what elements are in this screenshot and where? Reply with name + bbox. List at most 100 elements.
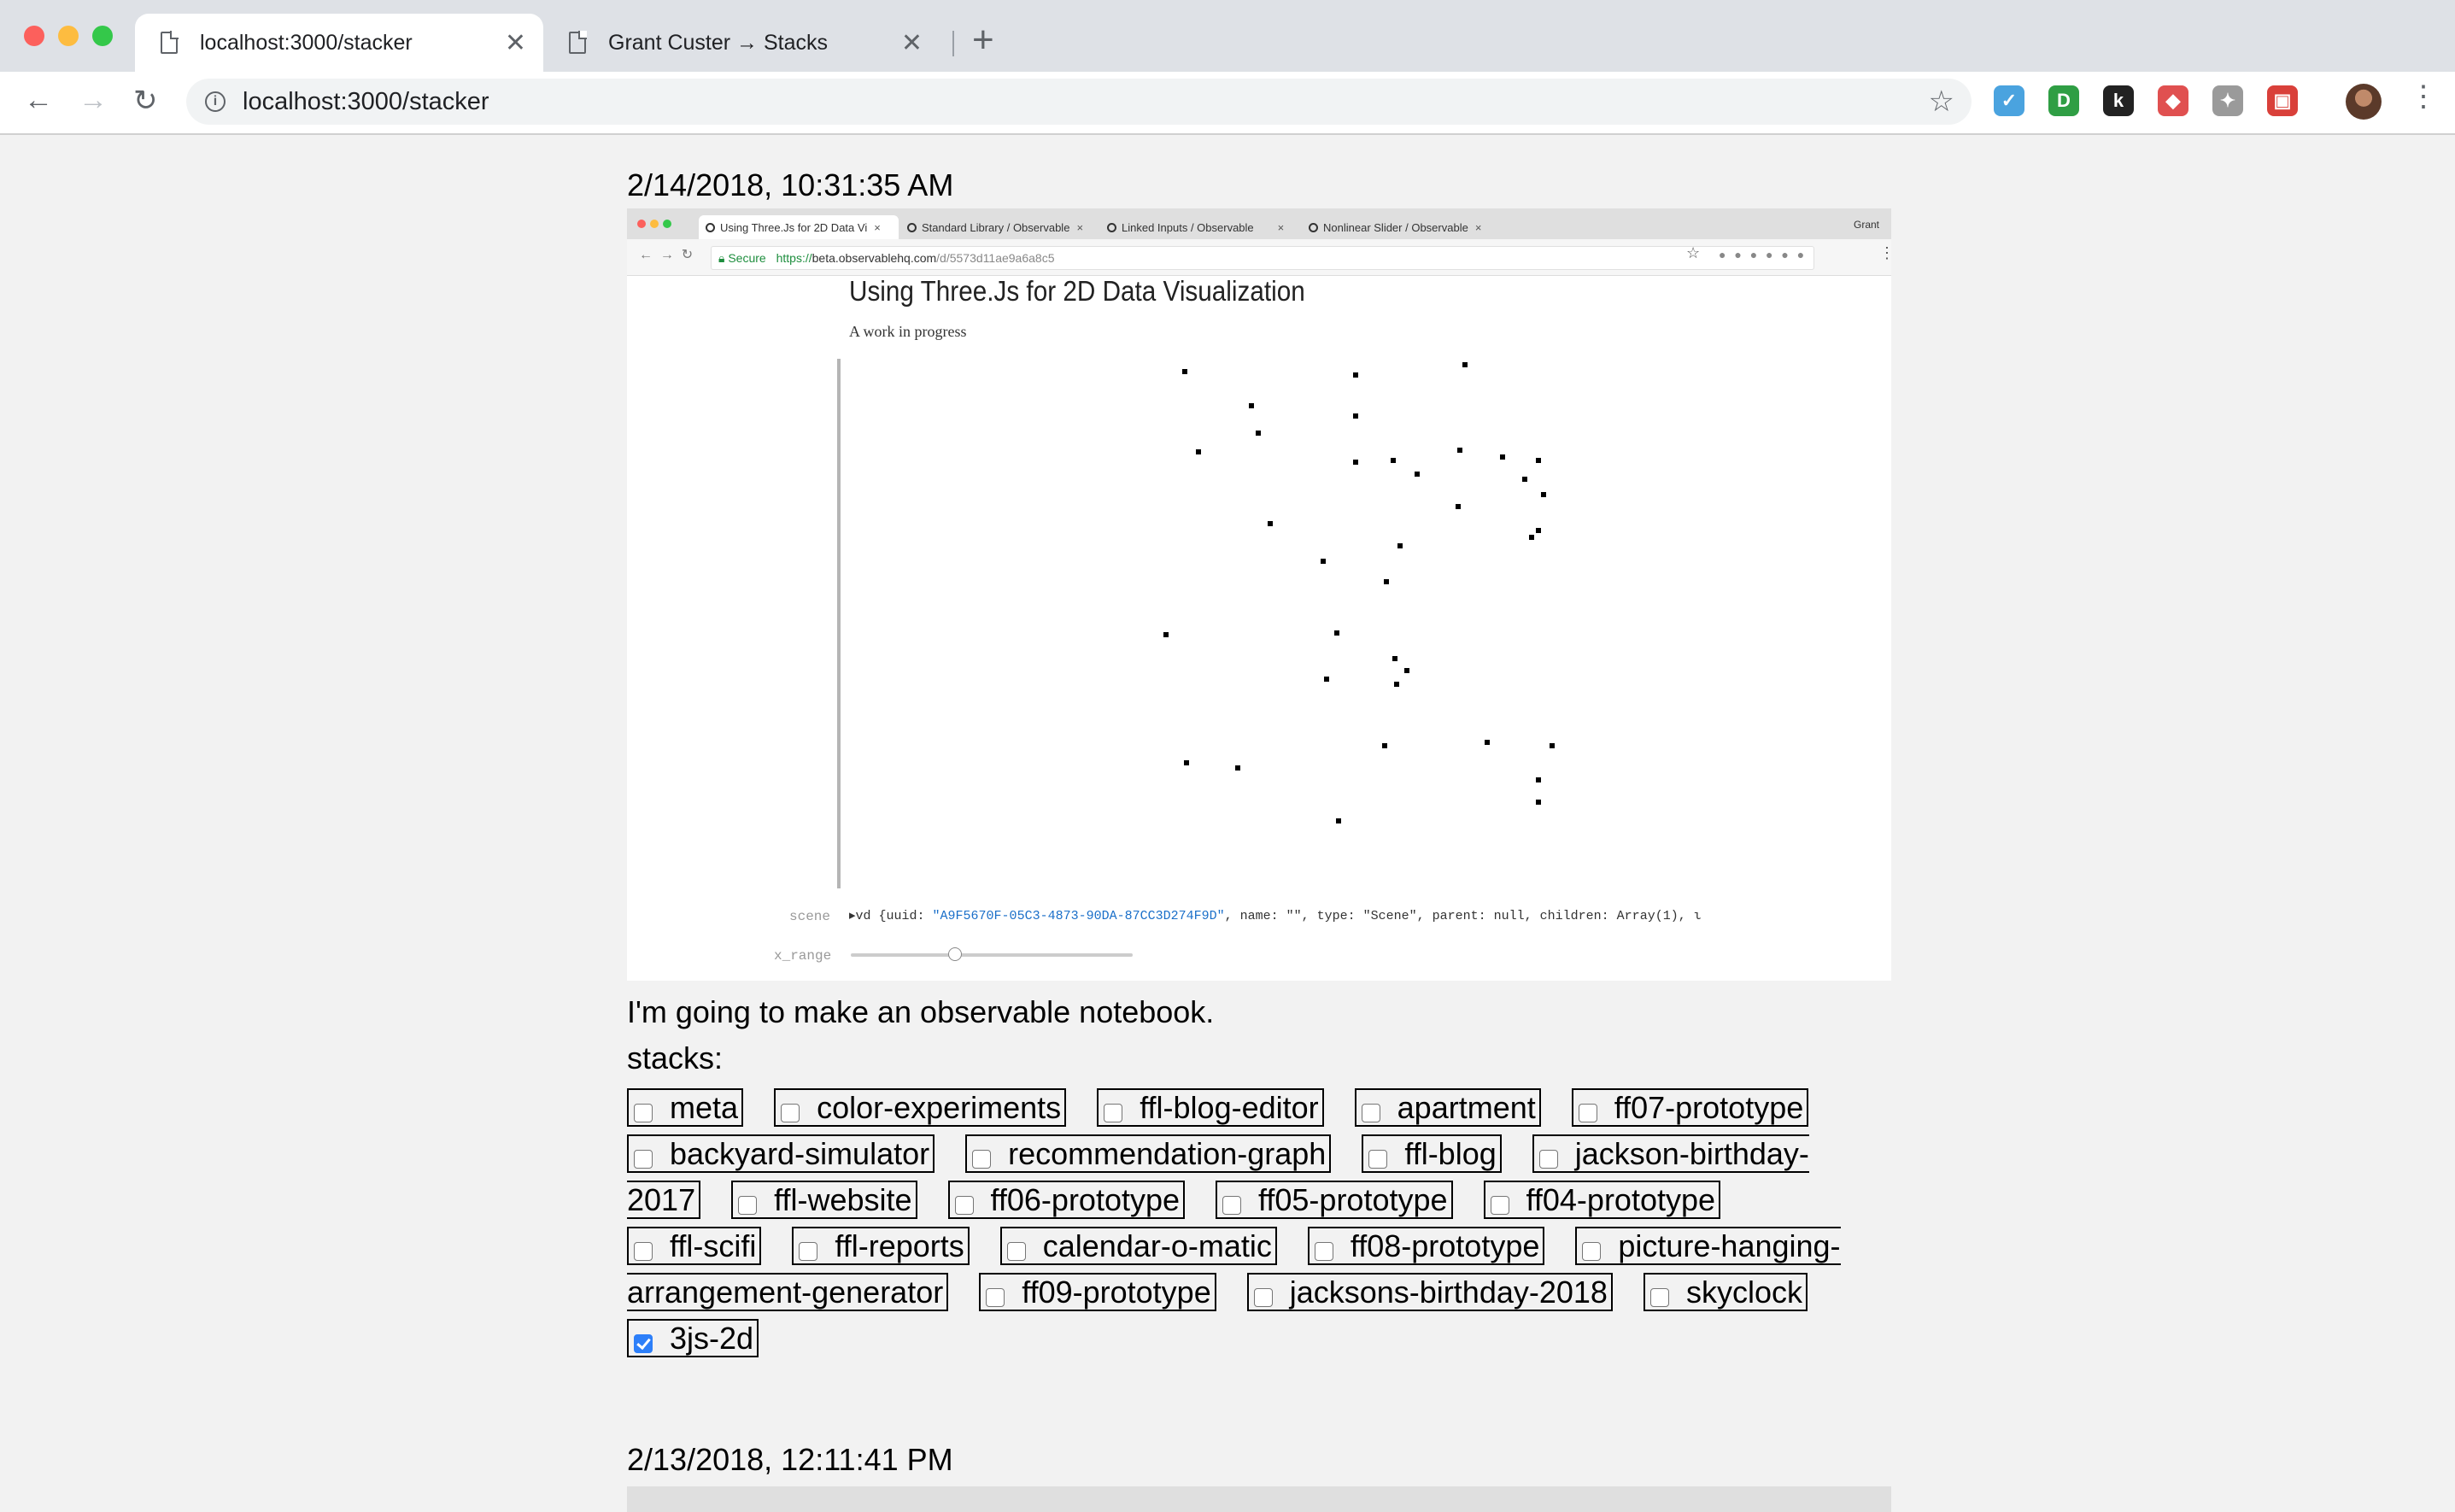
- info-icon[interactable]: i: [205, 91, 226, 112]
- stack-option-ffl-reports[interactable]: ffl-reports: [792, 1227, 970, 1265]
- stack-label: ffl-blog-editor: [1140, 1090, 1319, 1125]
- stack-option-ffl-website[interactable]: ffl-website: [731, 1181, 917, 1219]
- scatter-point: [1550, 743, 1555, 748]
- stack-checkbox[interactable]: [1006, 1242, 1026, 1261]
- stack-option-recommendation-graph[interactable]: recommendation-graph: [965, 1134, 1332, 1173]
- stack-checkbox[interactable]: [1490, 1196, 1509, 1215]
- stack-checkbox[interactable]: [1368, 1150, 1388, 1169]
- window-zoom-button[interactable]: [92, 26, 113, 46]
- stack-checkbox[interactable]: [634, 1104, 653, 1122]
- stack-checkbox[interactable]: [1104, 1104, 1123, 1122]
- notebook-subtitle: A work in progress: [849, 323, 967, 340]
- screenshot-browser-chrome: Using Three.Js for 2D Data Vi × Standard …: [627, 208, 1891, 239]
- stack-label: color-experiments: [817, 1090, 1062, 1125]
- stack-option-skyclock[interactable]: skyclock: [1643, 1273, 1808, 1311]
- scene-label: scene: [789, 909, 831, 924]
- reload-icon[interactable]: ↻: [133, 84, 158, 118]
- stack-checkbox[interactable]: [1361, 1104, 1380, 1122]
- scatter-point: [1382, 743, 1387, 748]
- stack-option-3js-2d[interactable]: 3js-2d: [627, 1319, 759, 1357]
- stack-checkbox[interactable]: [1314, 1242, 1333, 1261]
- stack-checkbox[interactable]: [954, 1196, 974, 1215]
- bookmark-star-icon[interactable]: ☆: [1929, 85, 1954, 119]
- stack-checkbox[interactable]: [1649, 1288, 1669, 1307]
- k-extension-icon[interactable]: k: [2103, 85, 2134, 116]
- stack-label: apartment: [1397, 1090, 1536, 1125]
- entry-timestamp: 2/14/2018, 10:31:35 AM: [627, 167, 954, 202]
- browser-toolbar: ← → ↻ i localhost:3000/stacker ☆ ✓ Dk ◆ ✦ ▣ …: [0, 72, 2455, 135]
- tab-title: Grant Custer → Stacks: [608, 30, 829, 55]
- scatter-point: [1415, 472, 1420, 477]
- back-icon[interactable]: ←: [24, 84, 53, 117]
- scatter-point: [1529, 535, 1534, 540]
- window-close-button[interactable]: [24, 26, 44, 46]
- stack-option-ffl-blog-editor[interactable]: ffl-blog-editor: [1097, 1088, 1324, 1127]
- stack-checkbox[interactable]: [634, 1334, 653, 1353]
- browser-tab-stacks[interactable]: Grant Custer → Stacks ✕: [547, 14, 940, 72]
- close-icon[interactable]: ✕: [505, 28, 526, 58]
- stack-checkbox[interactable]: [986, 1288, 1005, 1307]
- scatter-point: [1353, 460, 1358, 465]
- x-range-label: x_range: [774, 948, 832, 964]
- screenshot-tab-title: Nonlinear Slider / Observable: [1323, 220, 1468, 234]
- stack-label: ff09-prototype: [1022, 1275, 1211, 1310]
- stack-option-ff05-prototype[interactable]: ff05-prototype: [1216, 1181, 1453, 1219]
- stack-checkbox[interactable]: [799, 1242, 818, 1261]
- screenshot-secure-label: Secure: [728, 251, 766, 265]
- scatter-point: [1324, 677, 1329, 682]
- stack-option-ff08-prototype[interactable]: ff08-prototype: [1307, 1227, 1545, 1265]
- window-minimize-button[interactable]: [58, 26, 79, 46]
- screenshot-url-host: beta.observablehq.com: [811, 251, 937, 265]
- stack-checkbox[interactable]: [1582, 1242, 1602, 1261]
- scene-uuid: "A9F5670F-05C3-4873-90DA-87CC3D274F9D": [932, 909, 1225, 923]
- stack-checkbox[interactable]: [1253, 1288, 1273, 1307]
- stack-label: ff07-prototype: [1614, 1090, 1804, 1125]
- pin-extension-icon[interactable]: ✦: [2212, 85, 2243, 116]
- scatter-point: [1404, 668, 1409, 673]
- scatter-point: [1182, 369, 1187, 374]
- close-icon[interactable]: ✕: [901, 28, 923, 58]
- stack-option-apartment[interactable]: apartment: [1354, 1088, 1541, 1127]
- ghostery-extension-icon[interactable]: D: [2048, 85, 2079, 116]
- stack-option-backyard-simulator[interactable]: backyard-simulator: [627, 1134, 935, 1173]
- photo-extension-icon[interactable]: ▣: [2267, 85, 2298, 116]
- stack-option-ff09-prototype[interactable]: ff09-prototype: [979, 1273, 1216, 1311]
- stack-option-color-experiments[interactable]: color-experiments: [774, 1088, 1067, 1127]
- scatter-point: [1249, 403, 1254, 408]
- stack-option-ffl-scifi[interactable]: ffl-scifi: [627, 1227, 762, 1265]
- address-bar[interactable]: i localhost:3000/stacker ☆: [186, 79, 1972, 125]
- screenshot-tab-title: Standard Library / Observable: [922, 220, 1070, 234]
- stack-checkbox[interactable]: [738, 1196, 758, 1215]
- browser-menu-icon[interactable]: ⋮: [2409, 82, 2438, 111]
- forward-icon[interactable]: →: [79, 84, 108, 117]
- stack-option-meta[interactable]: meta: [627, 1088, 744, 1127]
- shield-extension-icon[interactable]: ◆: [2158, 85, 2188, 116]
- stack-checkbox[interactable]: [781, 1104, 800, 1122]
- threejs-scatter-canvas: [1163, 362, 1555, 823]
- stack-option-jacksons-birthday-2018[interactable]: jacksons-birthday-2018: [1246, 1273, 1613, 1311]
- stack-label: ff06-prototype: [990, 1182, 1181, 1217]
- screenshot-tab: Nonlinear Slider / Observable ×: [1302, 215, 1502, 239]
- profile-avatar[interactable]: [2346, 84, 2382, 120]
- scatter-point: [1397, 543, 1403, 548]
- stack-option-ff04-prototype[interactable]: ff04-prototype: [1483, 1181, 1721, 1219]
- stack-checkbox[interactable]: [972, 1150, 992, 1169]
- stack-checkbox[interactable]: [1222, 1196, 1242, 1215]
- x-range-slider-knob[interactable]: [948, 947, 963, 961]
- stack-option-calendar-o-matic[interactable]: calendar-o-matic: [999, 1227, 1277, 1265]
- scene-inspector[interactable]: ▸vd {uuid: "A9F5670F-05C3-4873-90DA-87CC…: [849, 907, 1702, 923]
- stack-option-ff06-prototype[interactable]: ff06-prototype: [947, 1181, 1186, 1219]
- stack-checkbox[interactable]: [1538, 1150, 1558, 1169]
- x-range-slider[interactable]: [851, 947, 1133, 961]
- address-url[interactable]: localhost:3000/stacker: [243, 88, 489, 116]
- stack-checkbox[interactable]: [1578, 1104, 1597, 1122]
- stack-checkbox[interactable]: [634, 1150, 653, 1169]
- browser-tab-stacker[interactable]: localhost:3000/stacker ✕: [135, 14, 543, 72]
- scatter-point: [1256, 431, 1261, 436]
- stack-option-ff07-prototype[interactable]: ff07-prototype: [1571, 1088, 1809, 1127]
- twitter-extension-icon[interactable]: ✓: [1994, 85, 2024, 116]
- stack-checkbox[interactable]: [634, 1242, 653, 1261]
- new-tab-button[interactable]: +: [972, 19, 994, 62]
- scatter-point: [1184, 760, 1189, 765]
- stack-option-ffl-blog[interactable]: ffl-blog: [1362, 1134, 1502, 1173]
